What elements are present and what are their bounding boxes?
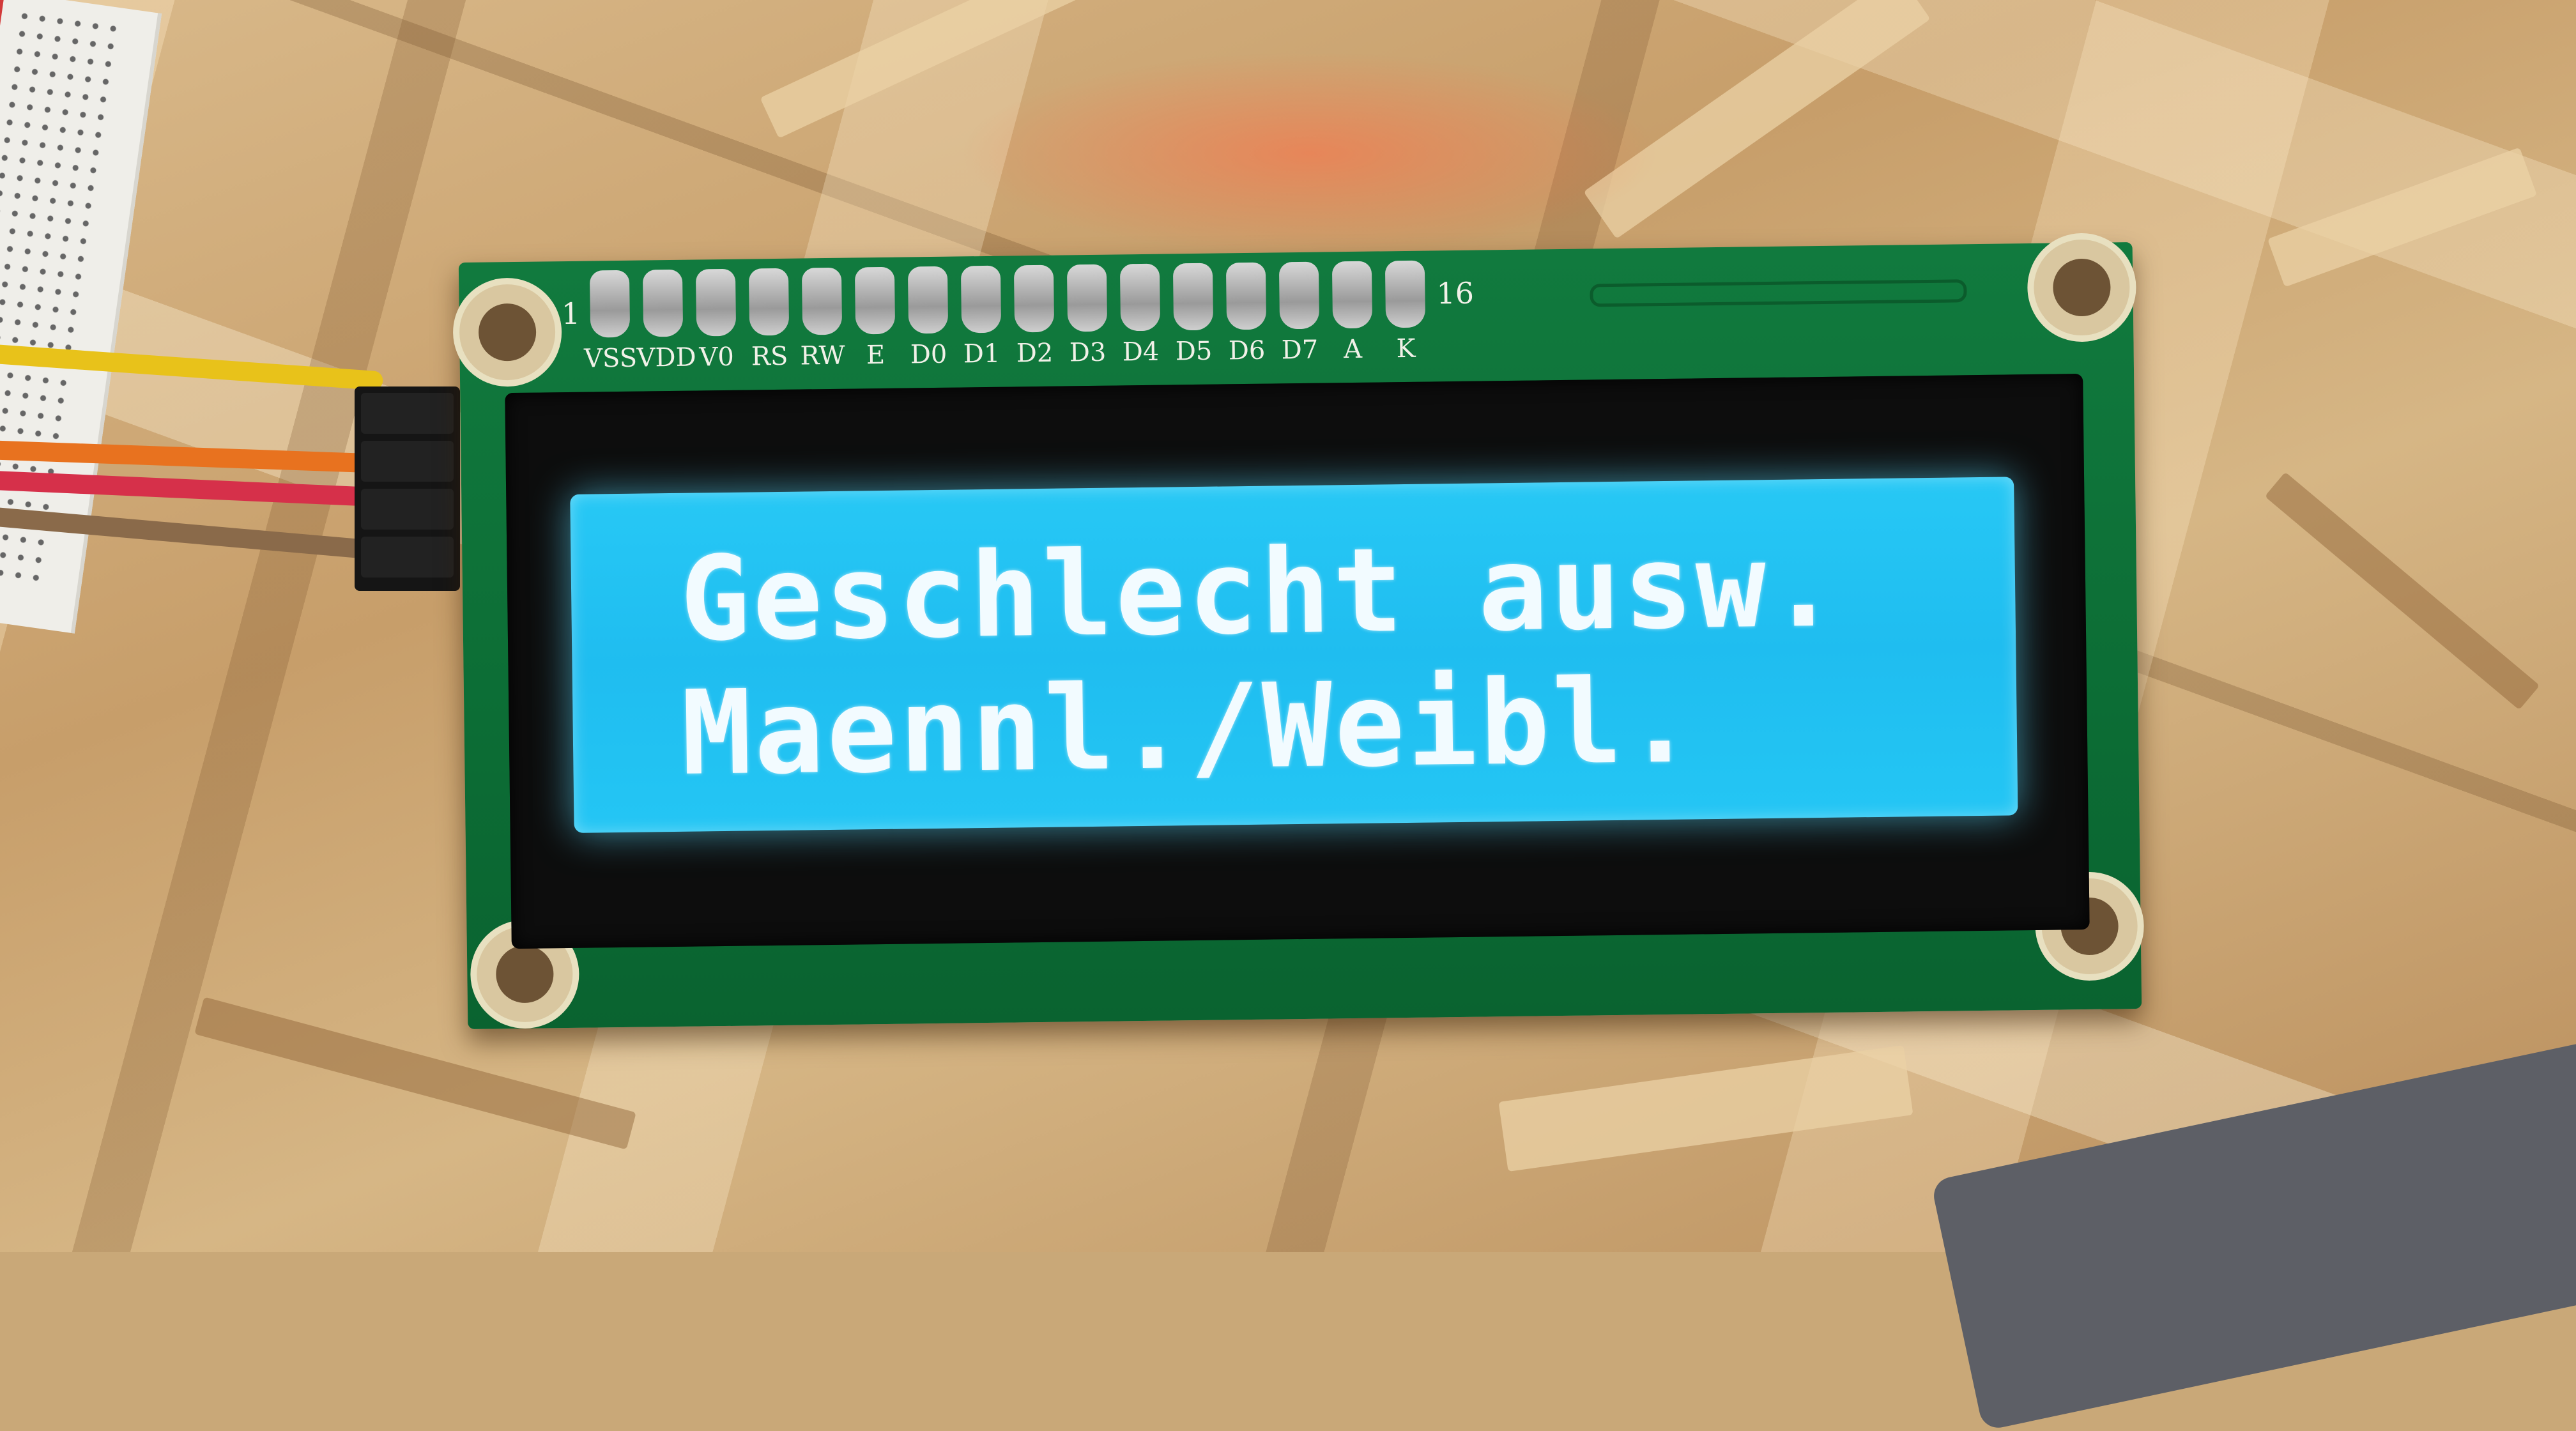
connector-pin <box>361 537 454 578</box>
pin-label-d6: D6 <box>1228 335 1266 366</box>
pin-label-d5: D5 <box>1175 336 1213 367</box>
header-pin <box>1331 261 1373 329</box>
header-pin <box>960 265 1002 333</box>
mounting-hole <box>2027 232 2137 343</box>
pin-header: VSS VDD V0 RS RW E D0 D1 D2 D3 D4 D5 D6 … <box>584 257 1740 374</box>
lcd-line-1: Geschlecht ausw. <box>678 517 1842 667</box>
pin-number-first: 1 <box>561 296 581 332</box>
pin-label-vss: VSS <box>583 343 638 374</box>
header-pin <box>1066 264 1108 332</box>
red-led-glow <box>958 51 1661 256</box>
pcb-trace <box>1590 279 1967 307</box>
header-pin <box>642 269 684 337</box>
connector-pin <box>361 489 454 530</box>
header-pin <box>1278 261 1320 330</box>
pin-label-d0: D0 <box>910 339 947 370</box>
header-pin <box>1384 260 1426 328</box>
header-pin <box>589 270 631 338</box>
lcd-module-pcb: 1 16 VSS VDD V0 RS RW E D0 D1 D2 D3 D4 D… <box>452 232 2145 1029</box>
pin-label-d4: D4 <box>1122 337 1160 367</box>
header-pin <box>1172 263 1214 331</box>
header-pin <box>1013 264 1055 333</box>
header-pin <box>801 267 843 335</box>
lcd-line-2: Maennl./Weibl. <box>680 653 1699 801</box>
pin-label-d2: D2 <box>1016 338 1054 369</box>
header-pin <box>907 266 949 334</box>
pin-label-d1: D1 <box>963 339 1000 369</box>
mounting-hole <box>452 277 563 388</box>
pin-label-d7: D7 <box>1281 335 1319 365</box>
pin-label-rw: RW <box>800 341 846 371</box>
header-pin <box>854 266 896 335</box>
header-pin <box>1119 263 1161 332</box>
connector-pin <box>361 393 454 434</box>
pin-label-d3: D3 <box>1069 337 1107 368</box>
pin-label-a: A <box>1343 334 1363 365</box>
pin-label-rs: RS <box>751 341 788 372</box>
pin-label-k: K <box>1396 333 1416 364</box>
pin-label-vdd: VDD <box>636 342 696 373</box>
header-pin <box>748 268 790 336</box>
lcd-bezel: Geschlecht ausw. Maennl./Weibl. <box>505 374 2090 949</box>
pin-label-e: E <box>866 340 885 371</box>
pin-label-v0: V0 <box>699 342 735 372</box>
connector-pin <box>361 441 454 482</box>
i2c-header-connector <box>355 386 460 591</box>
lcd-screen: Geschlecht ausw. Maennl./Weibl. <box>570 477 2018 833</box>
header-pin <box>1225 262 1267 330</box>
header-pin <box>695 268 737 337</box>
